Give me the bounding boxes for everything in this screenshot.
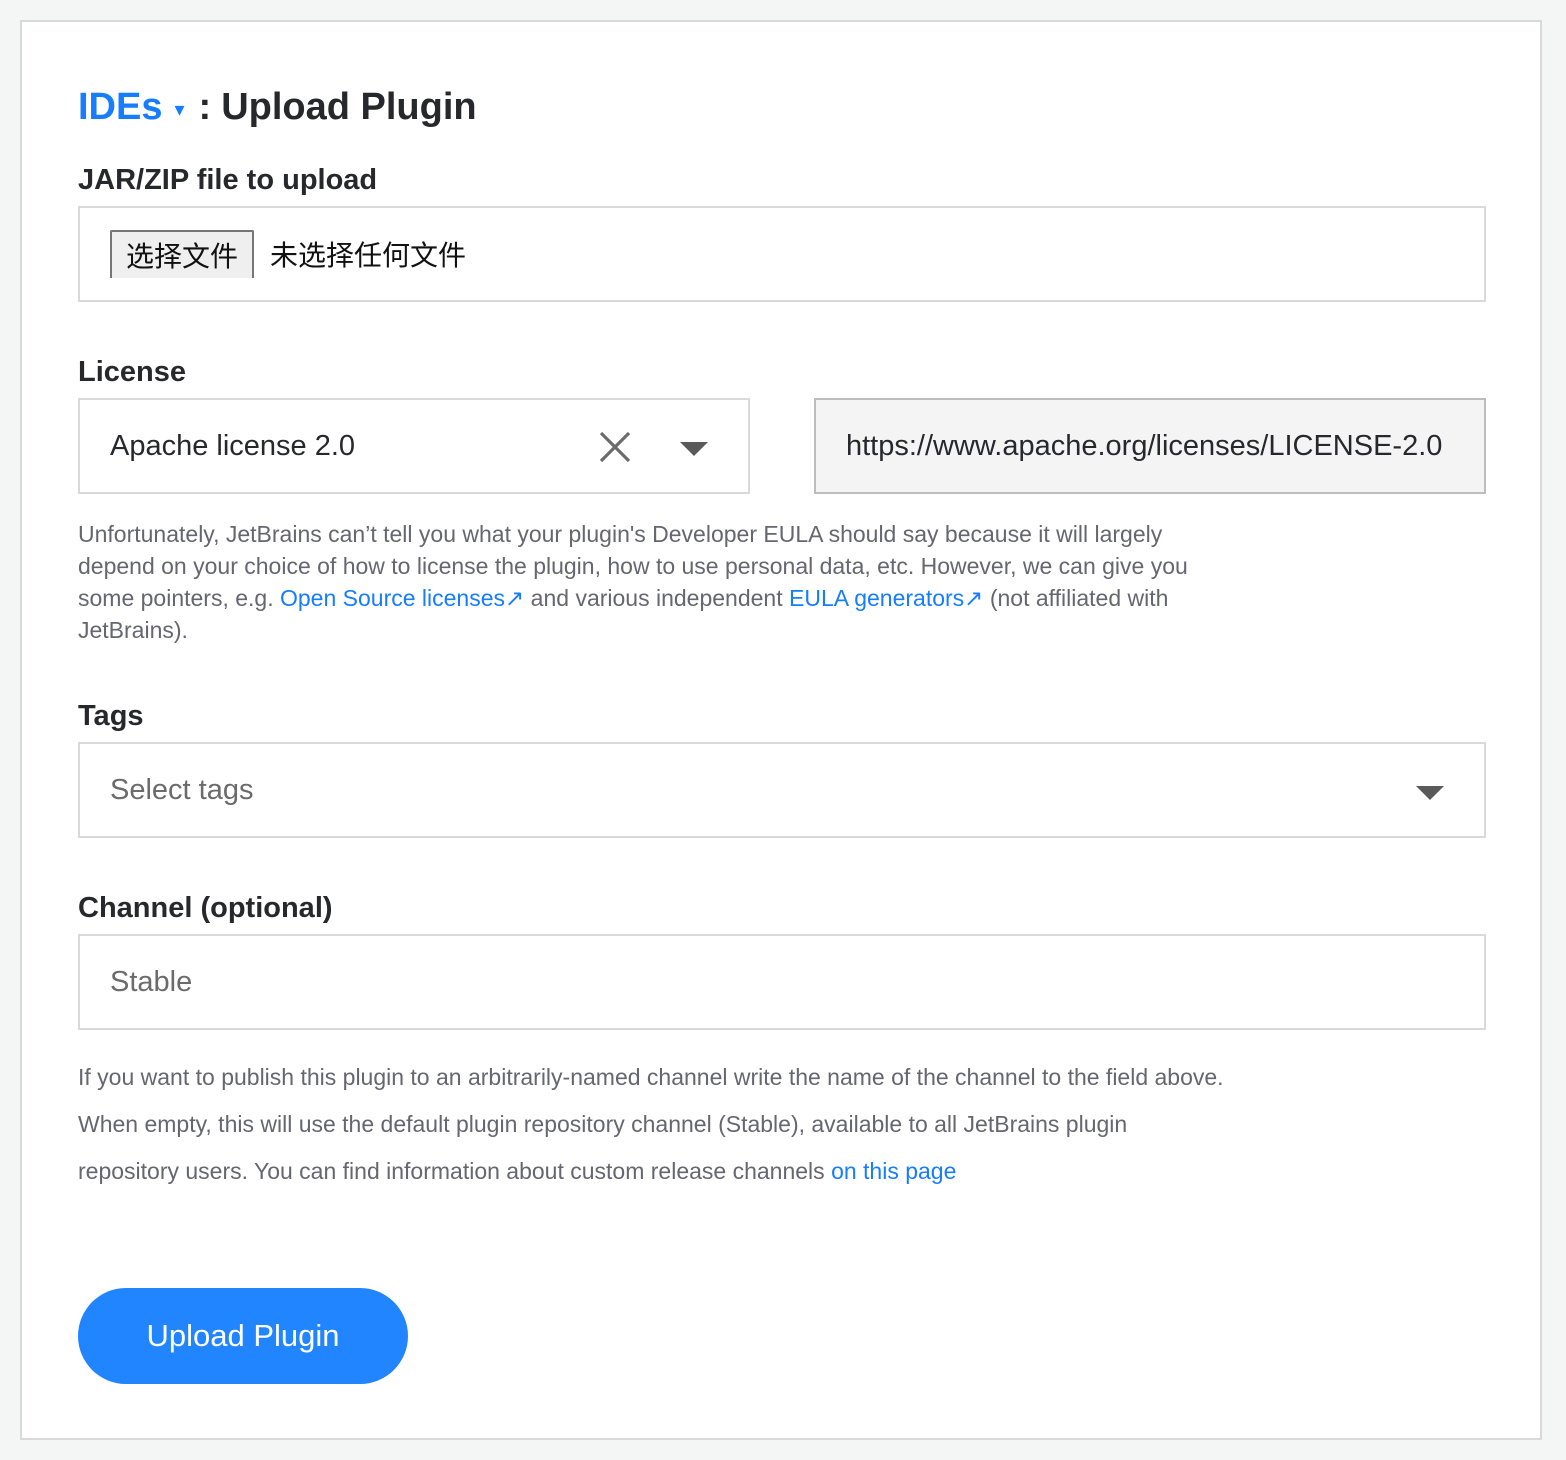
chevron-down-icon[interactable]: ▾ [174,97,184,122]
eula-generators-link[interactable]: EULA generators↗ [789,585,983,611]
channel-label: Channel (optional) [78,892,333,924]
license-url-field[interactable]: https://www.apache.org/licenses/LICENSE-… [814,398,1486,494]
upload-plugin-button[interactable]: Upload Plugin [78,1288,408,1384]
tags-placeholder: Select tags [110,773,254,806]
clear-icon[interactable] [598,430,632,464]
breadcrumb-separator: : [198,85,212,128]
license-help-part-2: and various independent [524,585,789,611]
file-upload-field: 选择文件 未选择任何文件 [78,206,1486,302]
tags-label: Tags [78,700,144,732]
external-link-icon: ↗ [505,585,525,611]
license-selected-value: Apache license 2.0 [110,429,356,462]
channel-help-part-1: If you want to publish this plugin to an… [78,1064,1224,1184]
custom-channels-link[interactable]: on this page [831,1158,956,1184]
license-label: License [78,356,186,388]
dropdown-arrow-icon[interactable] [680,440,708,458]
tags-select[interactable]: Select tags [78,742,1486,838]
license-url-value: https://www.apache.org/licenses/LICENSE-… [846,429,1443,462]
page-title-text: Upload Plugin [221,85,477,128]
file-upload-label: JAR/ZIP file to upload [78,164,378,196]
license-select[interactable]: Apache license 2.0 [78,398,750,494]
page-title: IDEs ▾ : Upload Plugin [78,82,477,132]
channel-placeholder: Stable [110,965,193,998]
channel-input[interactable]: Stable [78,934,1486,1030]
file-status-text: 未选择任何文件 [270,240,467,271]
dropdown-arrow-icon[interactable] [1416,784,1444,802]
channel-help-text: If you want to publish this plugin to an… [78,1054,1228,1195]
open-source-licenses-link[interactable]: Open Source licenses↗ [280,585,524,611]
choose-file-button[interactable]: 选择文件 [110,230,255,278]
breadcrumb-ides[interactable]: IDEs [78,86,162,129]
external-link-icon: ↗ [964,585,984,611]
license-help-text: Unfortunately, JetBrains can’t tell you … [78,518,1228,646]
